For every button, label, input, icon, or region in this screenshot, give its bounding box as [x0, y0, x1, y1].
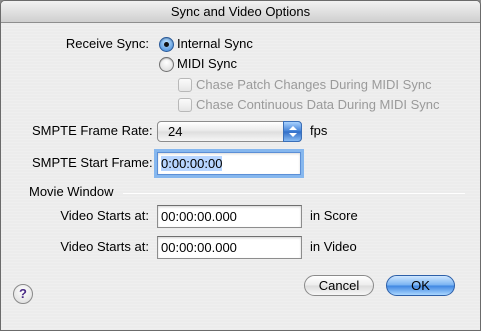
chase-patch-label[interactable]: Chase Patch Changes During MIDI Sync: [196, 77, 432, 92]
midi-sync-radio[interactable]: [159, 57, 174, 72]
internal-sync-label[interactable]: Internal Sync: [177, 36, 253, 51]
ok-button[interactable]: OK: [386, 275, 455, 296]
smpte-start-frame-field[interactable]: 0:00:00:00: [157, 152, 301, 175]
frame-rate-popup[interactable]: 24: [157, 121, 302, 142]
video-starts-video-value: 00:00:00.000: [161, 240, 237, 255]
video-starts-score-value: 00:00:00.000: [161, 209, 237, 224]
chase-patch-checkbox[interactable]: [178, 78, 192, 92]
chase-continuous-checkbox[interactable]: [178, 98, 192, 112]
video-starts-score-label: Video Starts at:: [60, 208, 149, 223]
frame-rate-value: 24: [168, 124, 183, 139]
frame-rate-unit: fps: [310, 123, 328, 138]
chase-continuous-label[interactable]: Chase Continuous Data During MIDI Sync: [196, 97, 440, 112]
smpte-start-frame-value: 0:00:00:00: [161, 156, 223, 171]
internal-sync-radio[interactable]: [159, 37, 174, 52]
smpte-start-frame-label: SMPTE Start Frame:: [32, 155, 153, 170]
dialog-window: Sync and Video Options Receive Sync: Int…: [0, 0, 481, 331]
in-video-label: in Video: [310, 239, 357, 254]
movie-window-group-label: Movie Window: [29, 184, 114, 199]
in-score-label: in Score: [310, 208, 358, 223]
video-starts-video-field[interactable]: 00:00:00.000: [157, 236, 302, 259]
smpte-frame-rate-label: SMPTE Frame Rate:: [32, 123, 153, 138]
window-title: Sync and Video Options: [1, 1, 480, 23]
video-starts-video-label: Video Starts at:: [60, 239, 149, 254]
help-button[interactable]: ?: [13, 284, 33, 304]
movie-window-separator: [123, 193, 465, 194]
dialog-content: Receive Sync: Internal Sync MIDI Sync Ch…: [1, 23, 480, 330]
cancel-button[interactable]: Cancel: [304, 275, 374, 296]
midi-sync-label[interactable]: MIDI Sync: [177, 56, 237, 71]
video-starts-score-field[interactable]: 00:00:00.000: [157, 205, 302, 228]
popup-arrows-icon: [283, 121, 302, 142]
receive-sync-label: Receive Sync:: [65, 36, 149, 51]
